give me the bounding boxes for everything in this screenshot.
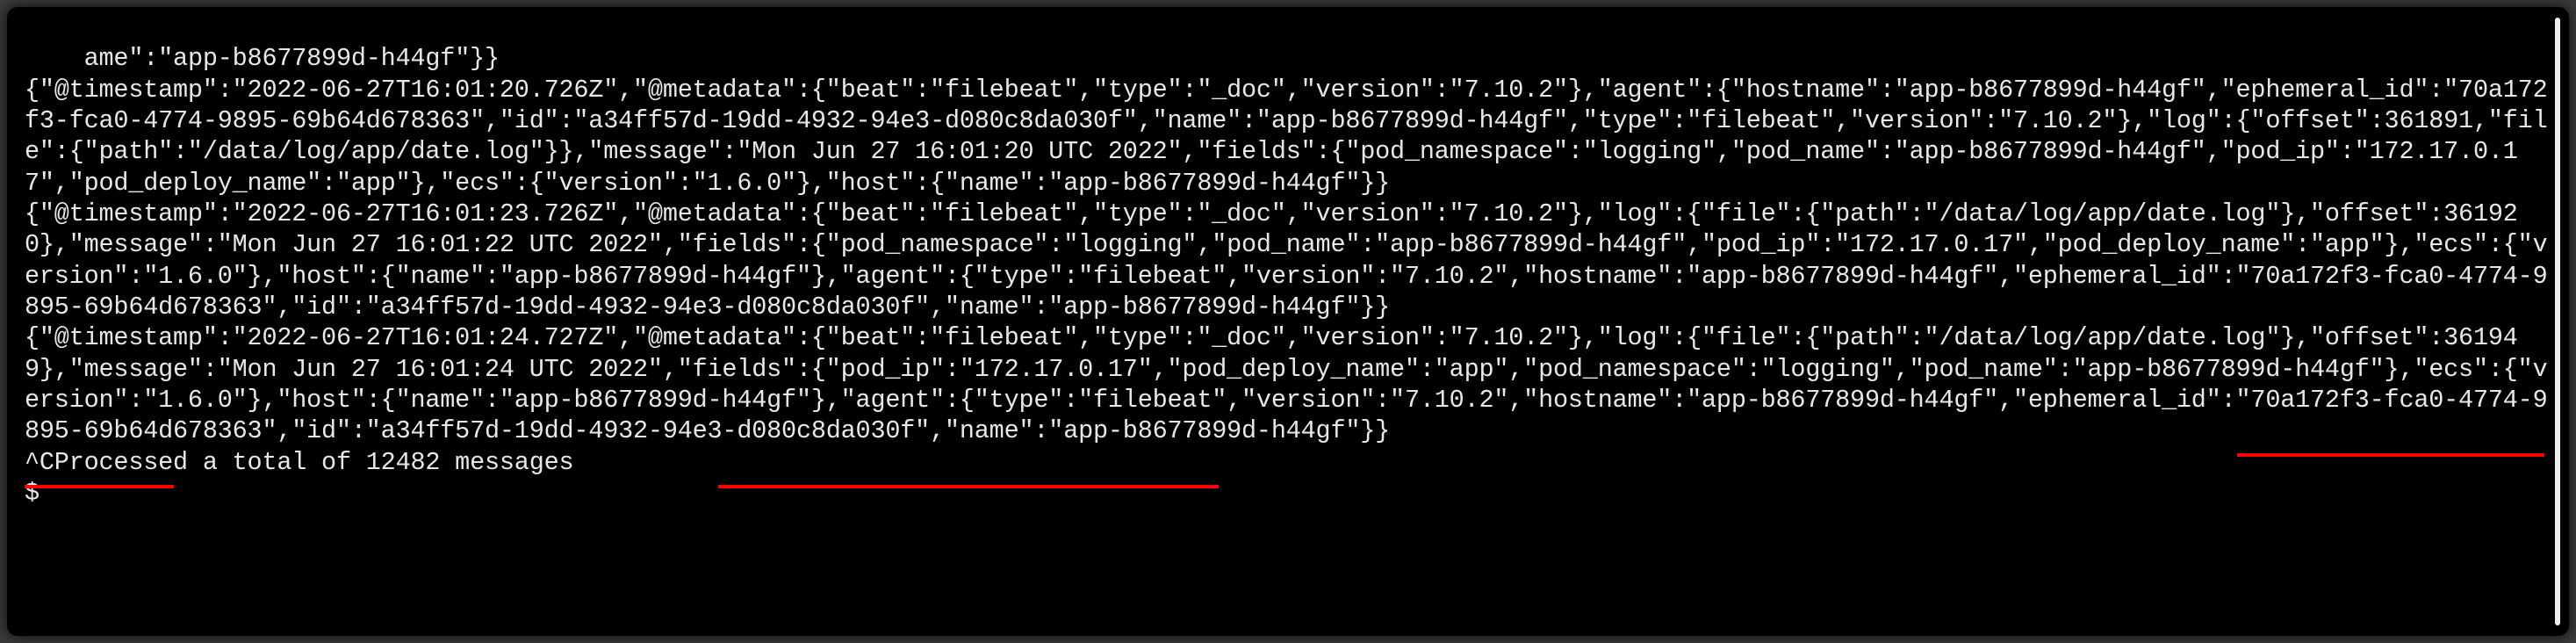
log-line-0: ame":"app-b8677899d-h44gf"}} <box>84 44 500 73</box>
highlight-path <box>2237 453 2544 457</box>
log-line-4: ^CProcessed a total of 12482 messages <box>25 448 573 477</box>
log-line-1: {"@timestamp":"2022-06-27T16:01:20.726Z"… <box>25 76 2547 198</box>
log-line-2: {"@timestamp":"2022-06-27T16:01:23.726Z"… <box>25 199 2547 322</box>
terminal-output: ame":"app-b8677899d-h44gf"}} {"@timestam… <box>25 12 2551 633</box>
highlight-message <box>718 485 1219 488</box>
log-line-5: $ <box>25 479 40 508</box>
highlight-datelog <box>25 485 174 488</box>
terminal-window[interactable]: ame":"app-b8677899d-h44gf"}} {"@timestam… <box>7 7 2569 636</box>
log-line-3: {"@timestamp":"2022-06-27T16:01:24.727Z"… <box>25 323 2547 445</box>
